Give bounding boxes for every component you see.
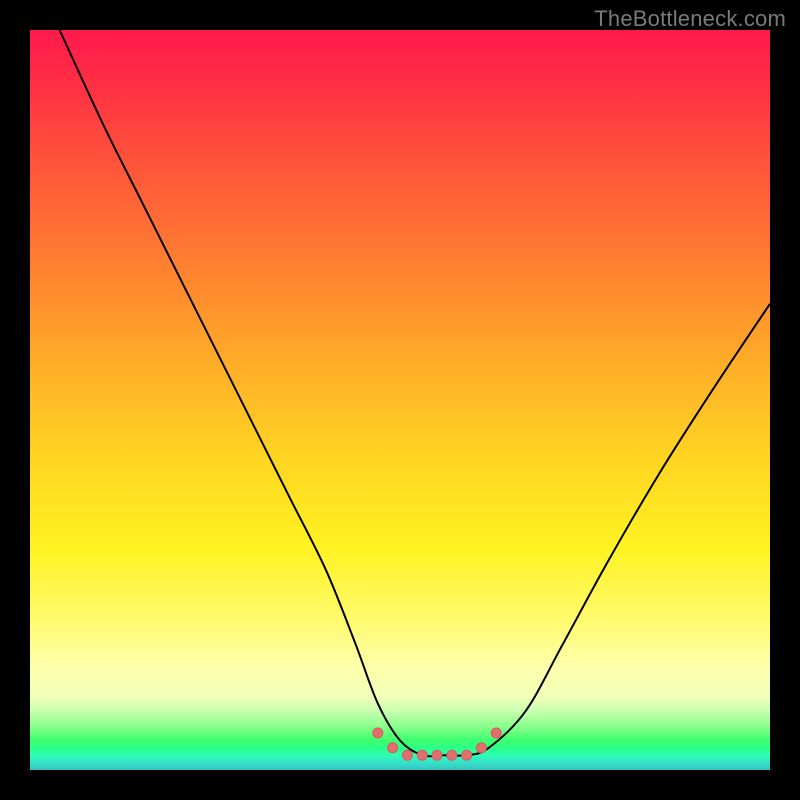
optimal-marker-group [30, 30, 770, 770]
optimal-marker [402, 750, 412, 760]
optimal-marker [447, 750, 457, 760]
optimal-marker [462, 750, 472, 760]
optimal-marker [476, 743, 486, 753]
chart-frame: TheBottleneck.com [0, 0, 800, 800]
optimal-marker [417, 750, 427, 760]
optimal-marker [373, 728, 383, 738]
optimal-marker [432, 750, 442, 760]
watermark-text: TheBottleneck.com [594, 6, 786, 32]
optimal-marker [388, 743, 398, 753]
optimal-marker [491, 728, 501, 738]
plot-area [30, 30, 770, 770]
